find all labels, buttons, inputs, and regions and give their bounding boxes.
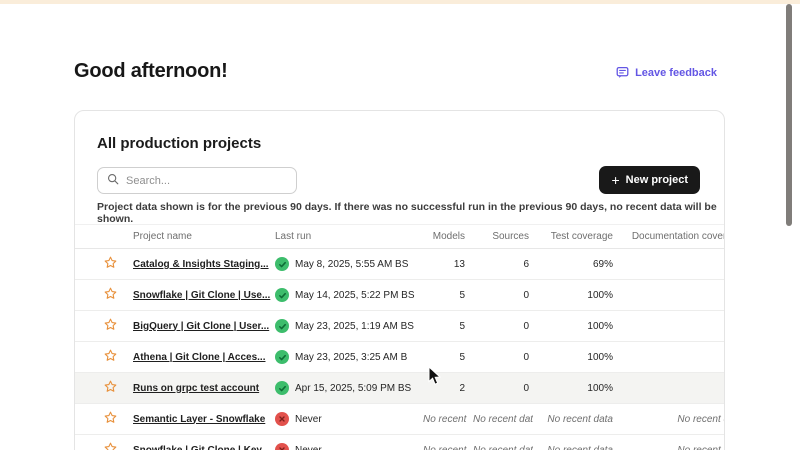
favorite-star-icon[interactable] [103, 286, 118, 301]
projects-panel: All production projects + New project Pr… [74, 110, 725, 450]
favorite-star-icon[interactable] [103, 255, 118, 270]
cell-doc_coverage: No recent data [617, 435, 725, 450]
cell-doc_coverage [617, 342, 725, 373]
last-run-label: May 23, 2025, 3:25 AM B [295, 352, 407, 363]
search-input[interactable] [126, 175, 287, 187]
cell-doc_coverage [617, 249, 725, 280]
project-name-link[interactable]: Athena | Git Clone | Acces... [133, 352, 265, 363]
cell-test_coverage: No recent data [533, 404, 617, 435]
project-name-link[interactable]: BigQuery | Git Clone | User... [133, 321, 269, 332]
cell-models: 5 [419, 342, 469, 373]
plus-icon: + [611, 173, 619, 187]
last-run-label: Apr 15, 2025, 5:09 PM BS [295, 383, 411, 394]
status-never-icon [275, 443, 289, 450]
cell-models: 2 [419, 373, 469, 404]
cell-sources: No recent data [469, 404, 533, 435]
status-success-icon [275, 257, 289, 271]
favorite-star-icon[interactable] [103, 317, 118, 332]
cell-doc_coverage: No recent data [617, 404, 725, 435]
cell-models: No recent data [419, 404, 469, 435]
leave-feedback-label: Leave feedback [635, 67, 717, 79]
cell-test_coverage: 100% [533, 342, 617, 373]
panel-title: All production projects [97, 135, 261, 152]
cell-test_coverage: 100% [533, 373, 617, 404]
favorite-star-icon[interactable] [103, 379, 118, 394]
cell-sources: 0 [469, 342, 533, 373]
favorite-star-icon[interactable] [103, 348, 118, 363]
vertical-scrollbar[interactable] [786, 4, 792, 226]
page-title: Good afternoon! [74, 60, 228, 83]
status-success-icon [275, 350, 289, 364]
project-row: Snowflake | Git Clone | Key... Never No … [75, 435, 725, 450]
cell-models: 5 [419, 280, 469, 311]
leave-feedback-link[interactable]: Leave feedback [616, 66, 717, 79]
project-name-link[interactable]: Semantic Layer - Snowflake [133, 414, 265, 425]
cell-sources: No recent data [469, 435, 533, 450]
new-project-label: New project [626, 174, 688, 186]
project-name-link[interactable]: Snowflake | Git Clone | Use... [133, 290, 270, 301]
cell-test_coverage: 100% [533, 280, 617, 311]
feedback-icon [616, 66, 629, 79]
cell-sources: 0 [469, 280, 533, 311]
favorite-star-icon[interactable] [103, 441, 118, 450]
cell-models: 5 [419, 311, 469, 342]
favorite-column-header [75, 225, 129, 249]
project-name-link[interactable]: Snowflake | Git Clone | Key... [133, 445, 270, 450]
cell-test_coverage: No recent data [533, 435, 617, 450]
last-run-label: May 23, 2025, 1:19 AM BS [295, 321, 414, 332]
project-name-link[interactable]: Runs on grpc test account [133, 383, 259, 394]
status-success-icon [275, 319, 289, 333]
cell-doc_coverage [617, 373, 725, 404]
cell-doc_coverage [617, 280, 725, 311]
column-sources[interactable]: Sources [469, 225, 533, 249]
search-icon [107, 172, 119, 190]
cell-doc_coverage [617, 311, 725, 342]
cell-models: No recent data [419, 435, 469, 450]
project-search[interactable] [97, 167, 297, 194]
status-success-icon [275, 381, 289, 395]
status-success-icon [275, 288, 289, 302]
cell-sources: 0 [469, 373, 533, 404]
last-run-label: May 8, 2025, 5:55 AM BS [295, 259, 408, 270]
column-documentation-coverage[interactable]: Documentation coverage [617, 225, 725, 249]
column-models[interactable]: Models [419, 225, 469, 249]
project-row: Athena | Git Clone | Acces... May 23, 20… [75, 342, 725, 373]
project-row: Runs on grpc test account Apr 15, 2025, … [75, 373, 725, 404]
dashboard-page: Good afternoon! Leave feedback All produ… [0, 0, 800, 450]
cell-sources: 0 [469, 311, 533, 342]
favorite-star-icon[interactable] [103, 410, 118, 425]
status-never-icon [275, 412, 289, 426]
data-range-notice: Project data shown is for the previous 9… [97, 201, 717, 225]
column-test-coverage[interactable]: Test coverage [533, 225, 617, 249]
projects-table: Project name Last run Models Sources Tes… [75, 224, 725, 450]
project-name-link[interactable]: Catalog & Insights Staging... [133, 259, 269, 270]
project-row: Semantic Layer - Snowflake Never No rece… [75, 404, 725, 435]
cell-test_coverage: 100% [533, 311, 617, 342]
last-run-label: May 14, 2025, 5:22 PM BS [295, 290, 415, 301]
project-row: Catalog & Insights Staging... May 8, 202… [75, 249, 725, 280]
project-row: Snowflake | Git Clone | Use... May 14, 2… [75, 280, 725, 311]
column-last-run[interactable]: Last run [271, 225, 419, 249]
new-project-button[interactable]: + New project [599, 166, 700, 194]
cell-models: 13 [419, 249, 469, 280]
project-row: BigQuery | Git Clone | User... May 23, 2… [75, 311, 725, 342]
table-body: Catalog & Insights Staging... May 8, 202… [75, 249, 725, 450]
column-project-name[interactable]: Project name [129, 225, 271, 249]
cell-sources: 6 [469, 249, 533, 280]
cell-test_coverage: 69% [533, 249, 617, 280]
last-run-label: Never [295, 414, 322, 425]
top-accent-bar [0, 0, 800, 4]
last-run-label: Never [295, 445, 322, 450]
table-header-row: Project name Last run Models Sources Tes… [75, 225, 725, 249]
